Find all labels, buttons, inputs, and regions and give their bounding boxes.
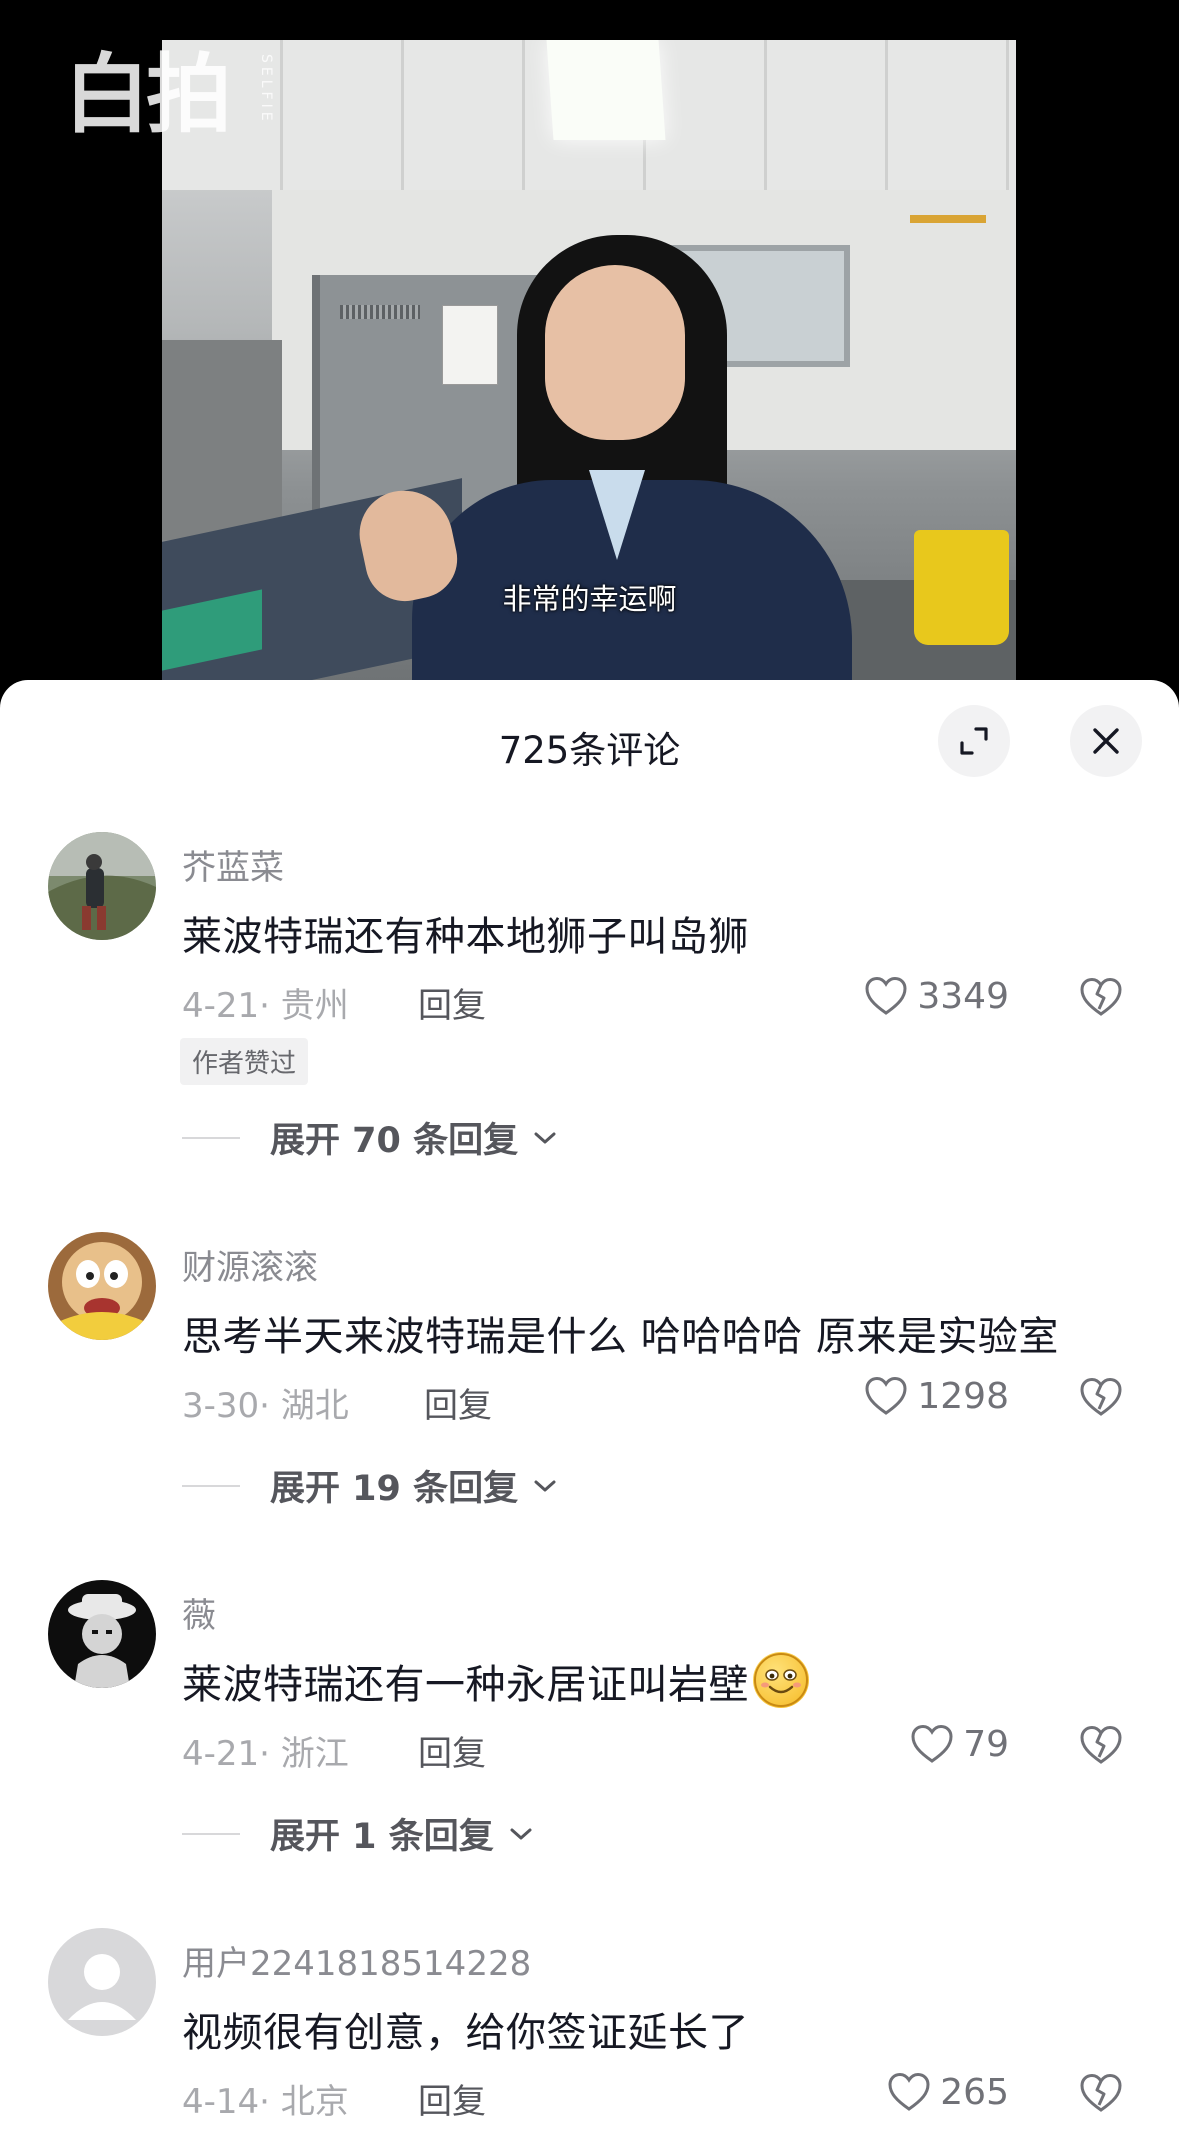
like-count: 265 [940,2071,1009,2113]
default-avatar-icon [48,1928,156,2036]
comment-text: 思考半天来波特瑞是什么 哈哈哈哈 原来是实验室 [182,1314,1059,1360]
comment-date-location: 3-30· 湖北 [182,1386,349,1426]
cabinet-vent [340,305,420,319]
smile-emoji-icon [753,1652,809,1708]
paper-note [442,305,498,385]
heart-icon [888,2072,930,2111]
expand-replies-label: 展开 70 条回复 [270,1121,519,1161]
heart-icon [865,1376,907,1415]
comment-text: 莱波特瑞还有一种永居证叫岩壁 [182,1652,809,1710]
avatar[interactable] [48,1580,156,1688]
broken-heart-icon [1080,1377,1122,1416]
expand-replies[interactable]: 展开 1 条回复 [182,1808,534,1859]
comment-author[interactable]: 用户2241818514228 [182,1936,531,1985]
divider-line [182,1484,240,1487]
ceiling-light [546,40,666,140]
reply-button[interactable]: 回复 [424,1378,492,1427]
avatar[interactable] [48,1928,156,2036]
like-count: 3349 [917,975,1009,1017]
expand-button[interactable] [938,705,1010,777]
comment-text: 莱波特瑞还有种本地狮子叫岛狮 [182,914,749,960]
comment-date-location: 4-21· 贵州 [182,986,349,1026]
divider-line [182,1136,240,1139]
heart-icon [911,1724,953,1763]
like-button[interactable]: 3349 [863,975,1009,1017]
comments-header: 725条评论 [0,680,1179,805]
comment-text: 视频很有创意，给你签证延长了 [182,2010,749,2056]
broken-heart-icon [1080,977,1122,1016]
avatar[interactable] [48,1232,156,1340]
expand-replies-label: 展开 19 条回复 [270,1469,519,1509]
chevron-down-icon [534,1480,556,1491]
emergency-shower [910,215,986,223]
expand-icon [960,727,988,755]
video-subtitle: 非常的幸运啊 [502,582,677,616]
close-button[interactable] [1070,705,1142,777]
comment-text-content: 莱波特瑞还有一种永居证叫岩壁 [182,1662,749,1708]
dislike-button[interactable] [1076,1720,1126,1770]
close-icon [1093,728,1119,754]
like-count: 1298 [917,1375,1009,1417]
heart-icon [865,976,907,1015]
comments-sheet: 725条评论 芥蓝菜 莱波特瑞还有种本地狮子叫岛狮 4-21· 贵州 回复 33… [0,680,1179,2153]
chevron-down-icon [534,1132,556,1143]
reply-button[interactable]: 回复 [418,2074,486,2123]
comment-author[interactable]: 芥蓝菜 [182,840,284,889]
like-button[interactable]: 1298 [863,1375,1009,1417]
comment-author[interactable]: 薇 [182,1588,216,1637]
like-button[interactable]: 265 [886,2071,1009,2113]
broken-heart-icon [1080,1725,1122,1764]
expand-replies[interactable]: 展开 19 条回复 [182,1460,558,1511]
avatar-image [48,832,156,940]
expand-replies[interactable]: 展开 70 条回复 [182,1112,558,1163]
avatar[interactable] [48,832,156,940]
reply-button[interactable]: 回复 [418,978,486,1027]
like-button[interactable]: 79 [909,1723,1009,1765]
comment-date-location: 4-21· 浙江 [182,1734,349,1774]
expand-replies-label: 展开 1 条回复 [270,1817,494,1857]
channel-watermark-sub: SELFIE [258,54,274,125]
lab-shelf [162,340,282,540]
author-liked-badge: 作者赞过 [180,1038,309,1085]
chevron-down-icon [510,1828,532,1839]
avatar-image [48,1232,156,1340]
channel-watermark: 白拍 [64,45,232,145]
dislike-button[interactable] [1076,2068,1126,2118]
dislike-button[interactable] [1076,1372,1126,1422]
comment-author[interactable]: 财源滚滚 [182,1240,318,1289]
video-player[interactable]: 白拍 SELFIE 非常的幸运啊 [0,0,1179,690]
person-face [545,265,685,440]
comment-date-location: 4-14· 北京 [182,2082,349,2122]
dislike-button[interactable] [1076,972,1126,1022]
avatar-image [48,1580,156,1688]
divider-line [182,1832,240,1835]
broken-heart-icon [1080,2073,1122,2112]
reply-button[interactable]: 回复 [418,1726,486,1775]
like-count: 79 [963,1723,1009,1765]
